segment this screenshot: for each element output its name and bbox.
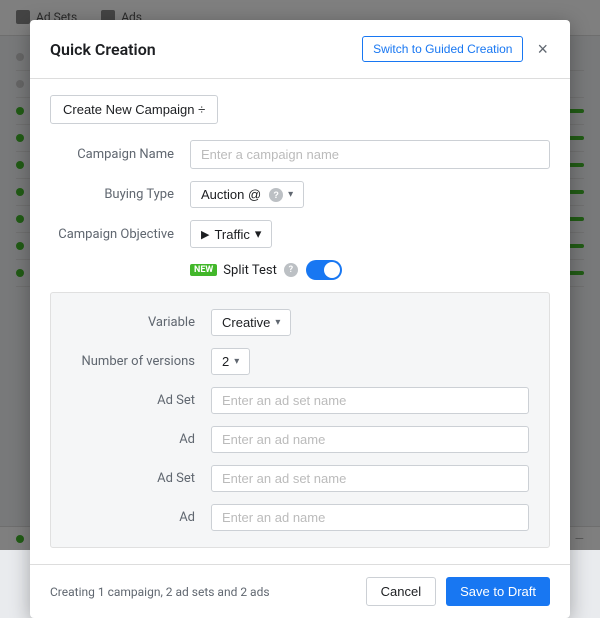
split-test-toggle[interactable] xyxy=(306,260,342,280)
ad-set-1-label: Ad Set xyxy=(71,393,211,408)
ad-set-2-row: Ad Set xyxy=(71,465,529,492)
split-test-label: Split Test xyxy=(223,263,277,278)
modal-body: Create New Campaign ÷ Campaign Name Buyi… xyxy=(30,79,570,564)
variable-label: Variable xyxy=(71,315,211,330)
variable-row: Variable Creative ▾ xyxy=(71,309,529,336)
ad-1-row: Ad xyxy=(71,426,529,453)
ad-set-2-input[interactable] xyxy=(211,465,529,492)
quick-creation-modal: Quick Creation Switch to Guided Creation… xyxy=(30,20,570,618)
save-draft-button[interactable]: Save to Draft xyxy=(446,577,550,606)
ad-1-label: Ad xyxy=(71,432,211,447)
buying-type-chevron: ▾ xyxy=(288,189,293,200)
buying-type-label: Buying Type xyxy=(50,187,190,202)
campaign-name-row: Campaign Name xyxy=(50,140,550,169)
campaign-objective-label: Campaign Objective xyxy=(50,227,190,242)
footer-info-text: Creating 1 campaign, 2 ad sets and 2 ads xyxy=(50,585,270,599)
num-versions-label: Number of versions xyxy=(71,354,211,369)
cancel-button[interactable]: Cancel xyxy=(366,577,436,606)
split-test-help-icon[interactable]: ? xyxy=(284,263,298,277)
campaign-objective-select[interactable]: ▶ Traffic ▾ xyxy=(190,220,272,248)
campaign-name-label: Campaign Name xyxy=(50,147,190,162)
buying-type-row: Buying Type Auction @ ? ▾ xyxy=(50,181,550,208)
modal-overlay: Quick Creation Switch to Guided Creation… xyxy=(0,0,600,550)
modal-title: Quick Creation xyxy=(50,40,156,59)
modal-footer: Creating 1 campaign, 2 ad sets and 2 ads… xyxy=(30,564,570,618)
num-versions-select[interactable]: 2 ▾ xyxy=(211,348,250,375)
toggle-slider xyxy=(306,260,342,280)
ad-set-1-row: Ad Set xyxy=(71,387,529,414)
ad-2-input[interactable] xyxy=(211,504,529,531)
buying-type-help-icon[interactable]: ? xyxy=(269,188,283,202)
ad-2-row: Ad xyxy=(71,504,529,531)
ad-set-2-label: Ad Set xyxy=(71,471,211,486)
modal-header-actions: Switch to Guided Creation × xyxy=(362,36,550,62)
buying-type-select[interactable]: Auction @ ? ▾ xyxy=(190,181,304,208)
new-badge: NEW xyxy=(190,264,217,276)
close-modal-button[interactable]: × xyxy=(535,40,550,58)
objective-chevron: ▾ xyxy=(255,226,262,242)
variable-chevron: ▾ xyxy=(275,317,280,328)
campaign-objective-row: Campaign Objective ▶ Traffic ▾ xyxy=(50,220,550,248)
create-campaign-button[interactable]: Create New Campaign ÷ xyxy=(50,95,218,124)
versions-chevron: ▾ xyxy=(234,356,239,367)
ad-set-1-input[interactable] xyxy=(211,387,529,414)
traffic-icon: ▶ xyxy=(201,228,209,241)
split-test-row: NEW Split Test ? xyxy=(50,260,550,280)
ad-1-input[interactable] xyxy=(211,426,529,453)
switch-guided-button[interactable]: Switch to Guided Creation xyxy=(362,36,523,62)
variable-select[interactable]: Creative ▾ xyxy=(211,309,291,336)
split-test-section: Variable Creative ▾ Number of versions 2… xyxy=(50,292,550,548)
footer-buttons: Cancel Save to Draft xyxy=(366,577,550,606)
modal-header: Quick Creation Switch to Guided Creation… xyxy=(30,20,570,79)
ad-2-label: Ad xyxy=(71,510,211,525)
num-versions-row: Number of versions 2 ▾ xyxy=(71,348,529,375)
campaign-name-input[interactable] xyxy=(190,140,550,169)
